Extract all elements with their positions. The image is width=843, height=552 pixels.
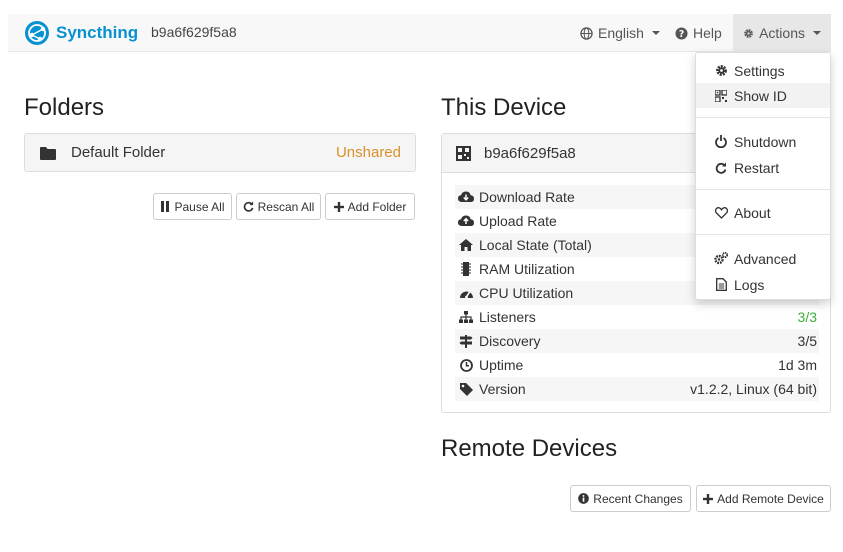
help-link[interactable]: ? Help (665, 14, 732, 52)
stat-value: v1.2.2, Linux (64 bit) (690, 381, 817, 397)
menu-item-label: Shutdown (734, 133, 797, 150)
rescan-all-label: Rescan All (257, 199, 315, 214)
cogs-icon (714, 252, 728, 266)
stat-row-uptime: Uptime 1d 3m (455, 353, 819, 377)
menu-divider (696, 234, 830, 235)
this-device-heading: This Device (441, 94, 567, 121)
globe-icon (580, 26, 593, 40)
menu-item-label: Settings (734, 62, 785, 79)
menu-item-about[interactable]: About (696, 200, 830, 225)
stat-label: Version (479, 381, 526, 397)
menu-item-label: About (734, 204, 771, 221)
stat-label: RAM Utilization (479, 261, 575, 277)
help-label: Help (693, 25, 722, 41)
chevron-down-icon (813, 31, 821, 35)
add-remote-device-button[interactable]: Add Remote Device (696, 485, 831, 512)
info-circle-icon (578, 493, 590, 504)
home-icon (458, 238, 474, 252)
menu-item-shutdown[interactable]: Shutdown (696, 129, 830, 154)
actions-dropdown-menu: Settings Show ID Shutdown Restart About … (695, 52, 831, 300)
language-label: English (598, 25, 644, 41)
stat-label: Local State (Total) (479, 237, 592, 253)
signpost-icon (458, 334, 474, 348)
menu-item-label: Show ID (734, 87, 787, 104)
menu-item-restart[interactable]: Restart (696, 155, 830, 180)
rescan-all-button[interactable]: Rescan All (236, 193, 321, 220)
menu-item-settings[interactable]: Settings (696, 58, 830, 83)
syncthing-logo-icon (25, 21, 49, 45)
folder-panel[interactable]: Default Folder Unshared (24, 133, 416, 172)
gear-icon (714, 64, 728, 78)
add-folder-button[interactable]: Add Folder (325, 193, 415, 220)
question-circle-icon: ? (675, 26, 688, 39)
stat-value: 3/5 (797, 333, 817, 349)
file-text-icon (714, 278, 728, 292)
cloud-download-icon (458, 190, 474, 204)
navbar: Syncthing b9a6f629f5a8 English ? Help Ac… (8, 14, 831, 52)
stat-label: Listeners (479, 309, 536, 325)
refresh-icon (243, 201, 254, 212)
menu-item-show-id[interactable]: Show ID (696, 83, 830, 108)
tachometer-icon (458, 286, 474, 300)
add-folder-label: Add Folder (347, 199, 407, 214)
this-device-name: b9a6f629f5a8 (484, 144, 576, 162)
menu-item-advanced[interactable]: Advanced (696, 246, 830, 271)
stat-label: CPU Utilization (479, 285, 574, 301)
refresh-icon (714, 161, 728, 175)
menu-item-label: Restart (734, 159, 780, 176)
pause-icon (161, 201, 170, 212)
stat-value: 1d 3m (778, 357, 817, 373)
stat-label: Uptime (479, 357, 524, 373)
pause-all-button[interactable]: Pause All (153, 193, 232, 220)
stat-label: Upload Rate (479, 213, 557, 229)
stat-value: 3/3 (797, 309, 817, 325)
folder-name: Default Folder (71, 144, 166, 161)
stat-row-listeners: Listeners 3/3 (455, 305, 819, 329)
folder-icon (40, 146, 56, 160)
tag-icon (458, 382, 474, 396)
language-menu[interactable]: English (570, 14, 670, 52)
clock-icon (458, 358, 474, 372)
menu-item-label: Logs (734, 276, 765, 293)
brand-name: Syncthing (56, 23, 139, 42)
menu-divider (696, 189, 830, 190)
heart-icon (714, 206, 728, 220)
power-icon (714, 135, 728, 149)
add-remote-device-label: Add Remote Device (717, 491, 824, 506)
recent-changes-button[interactable]: Recent Changes (570, 485, 691, 512)
folder-status: Unshared (335, 144, 401, 161)
stat-label: Download Rate (479, 189, 575, 205)
folders-heading: Folders (24, 94, 105, 121)
cloud-upload-icon (458, 214, 474, 228)
recent-changes-label: Recent Changes (593, 491, 683, 506)
svg-text:?: ? (679, 28, 684, 39)
menu-divider (696, 117, 830, 118)
gear-icon (744, 28, 753, 38)
menu-item-logs[interactable]: Logs (696, 272, 830, 297)
sitemap-icon (458, 310, 474, 324)
memory-chip-icon (458, 262, 474, 276)
navbar-device-name: b9a6f629f5a8 (151, 24, 237, 40)
remote-devices-heading: Remote Devices (441, 435, 618, 462)
plus-icon (703, 493, 714, 504)
qrcode-icon (456, 145, 471, 161)
brand[interactable]: Syncthing (24, 16, 138, 50)
qrcode-icon (714, 89, 728, 103)
chevron-down-icon (651, 31, 660, 35)
stat-row-version: Version v1.2.2, Linux (64 bit) (455, 377, 819, 401)
stat-row-discovery: Discovery 3/5 (455, 329, 819, 353)
actions-menu[interactable]: Actions (733, 14, 831, 52)
stat-label: Discovery (479, 333, 541, 349)
menu-item-label: Advanced (734, 250, 797, 267)
actions-label: Actions (759, 25, 805, 41)
pause-all-label: Pause All (174, 199, 225, 214)
plus-icon (333, 201, 344, 212)
